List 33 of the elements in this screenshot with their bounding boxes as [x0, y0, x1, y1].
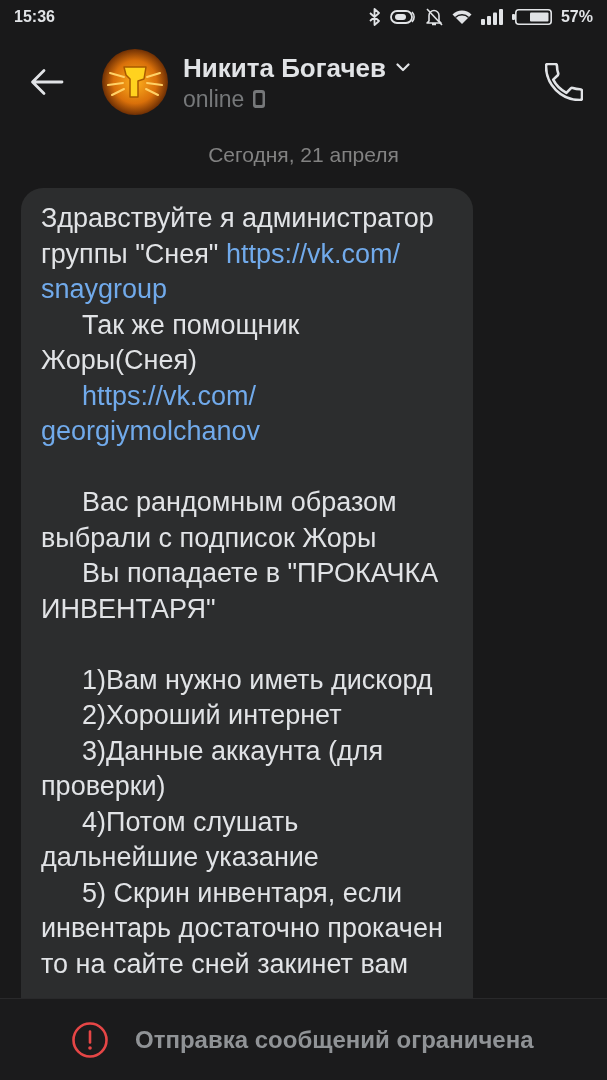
battery-percent: 57% [560, 8, 593, 26]
notice-text: Отправка сообщений ограничена [135, 1025, 534, 1054]
link[interactable]: georgiymolchanov [41, 416, 261, 446]
bell-muted-icon [424, 7, 443, 27]
capsule-icon [389, 9, 416, 25]
message-text: 2)Хороший интернет [81, 699, 343, 732]
date-separator: Сегодня, 21 апреля [208, 142, 399, 167]
wifi-icon [451, 9, 472, 25]
message-text: 5) Скрин инвентаря, если инвентарь достаточно прокачен то на сайте сней закинет вам [41, 876, 444, 981]
message-text: Вы попадаете в "ПРОКАЧКА ИНВЕНТАРЯ" [41, 557, 440, 626]
contact-name[interactable]: Никита Богачев [183, 52, 386, 83]
message-text: Так же помощник Жоры(Снея) [41, 308, 301, 377]
message-text: 1)Вам нужно иметь дискорд [81, 663, 434, 697]
signal-bars-icon [480, 9, 503, 25]
message-text: 4)Потом слушать дальнейшие указание [41, 805, 320, 874]
warning-icon [72, 1021, 108, 1058]
mobile-phone-icon [253, 89, 266, 108]
chevron-down-icon[interactable] [395, 63, 410, 72]
online-status: online [183, 85, 245, 112]
message-text: 3)Данные аккаунта (для проверки) [41, 734, 385, 803]
status-time: 15:36 [14, 8, 55, 26]
battery-icon [511, 9, 552, 25]
link[interactable]: https://vk.com/ [225, 238, 400, 269]
bluetooth-icon [368, 8, 381, 26]
back-arrow-icon [30, 68, 64, 96]
avatar-image[interactable] [102, 49, 168, 115]
back-button[interactable] [30, 68, 64, 96]
message-text: Вас рандомным образом выбрали с подписок Жоры [41, 486, 398, 555]
link[interactable]: https://vk.com/ [82, 380, 257, 411]
phone-icon [545, 63, 583, 101]
message-text: Здравствуйте я администратор группы "Снея" https://vk.com/ snaygroup [41, 202, 435, 306]
link[interactable]: snaygroup [41, 274, 168, 304]
call-button[interactable] [545, 63, 583, 101]
